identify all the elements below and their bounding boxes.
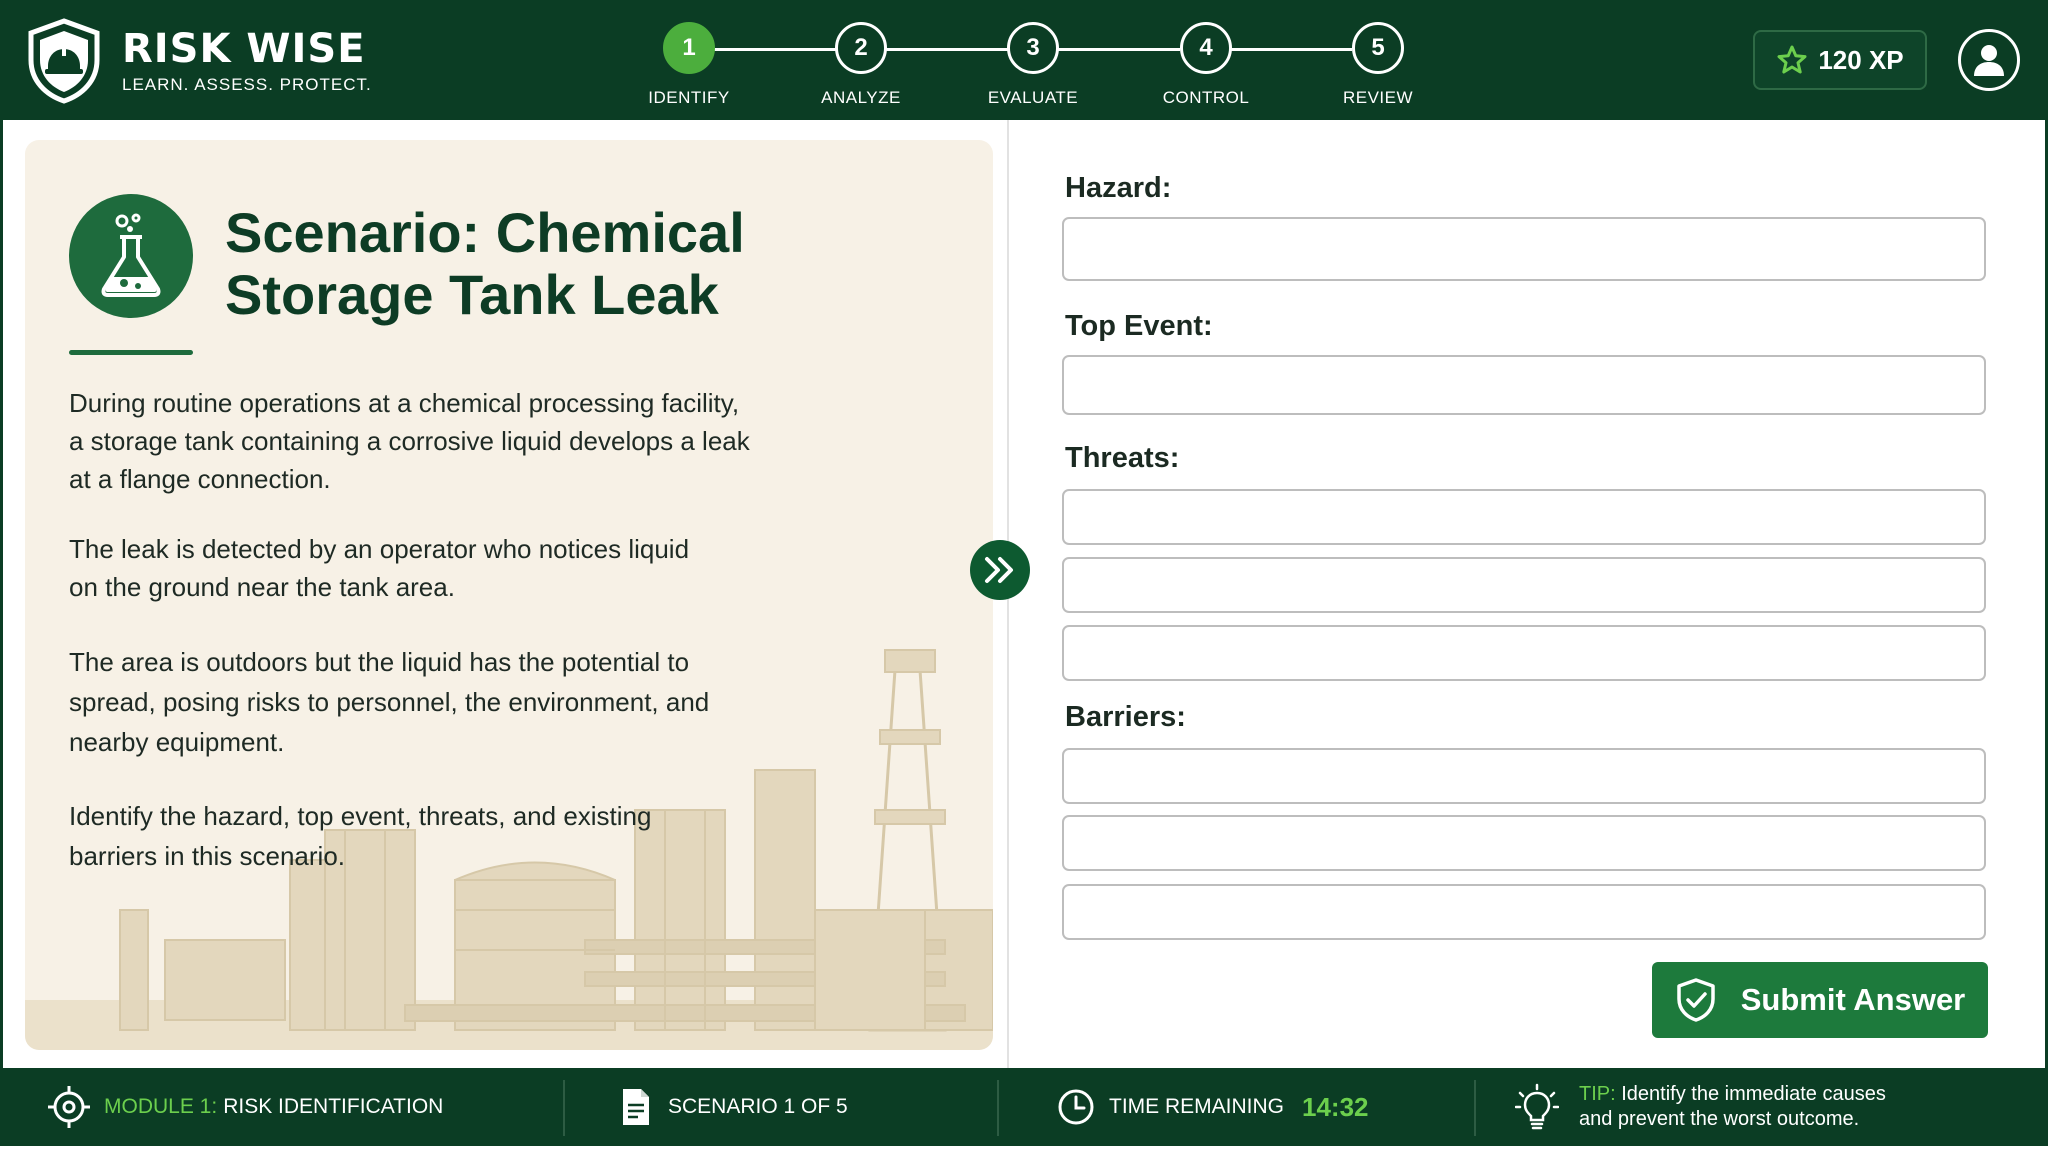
threats-label: Threats: [1065,442,1180,474]
hazard-label: Hazard: [1065,172,1172,204]
footer-separator [563,1080,565,1136]
step-label: IDENTIFY [648,88,730,107]
paragraph-line: The area is outdoors but the liquid has … [69,647,690,677]
timer: TIME REMAINING 14:32 [1057,1068,1369,1146]
step-number: 3 [1007,22,1059,74]
scenario-badge [69,194,193,318]
tip-prefix: TIP: [1579,1083,1616,1105]
double-chevron-right-icon [985,557,1013,583]
xp-value: 120 XP [1818,44,1904,75]
document-icon [623,1089,649,1125]
barrier-input-2[interactable] [1062,815,1986,871]
submit-label: Submit Answer [1740,982,1966,1017]
scenario-title: Scenario: Chemical Storage Tank Leak [225,202,945,326]
status-bar: MODULE 1: RISK IDENTIFICATION SCENARIO 1… [0,1068,2048,1152]
user-avatar-button[interactable] [1958,29,2020,91]
scenario-paragraph: Identify the hazard, top event, threats,… [69,796,849,876]
module-name: RISK IDENTIFICATION [223,1095,444,1118]
step-identify[interactable]: 1 IDENTIFY [609,22,769,108]
paragraph-line: Identify the hazard, top event, threats,… [69,801,652,831]
paragraph-line: nearby equipment. [69,727,285,757]
top-bar: RISK WISE LEARN. ASSESS. PROTECT. 1 IDEN… [0,0,2048,120]
threat-input-3[interactable] [1062,625,1986,681]
scenario-paragraph: During routine operations at a chemical … [69,384,849,498]
barrier-input-1[interactable] [1062,748,1986,804]
step-analyze[interactable]: 2 ANALYZE [781,22,941,108]
scenario-progress: SCENARIO 1 OF 5 [620,1068,848,1146]
paragraph-line: a storage tank containing a corrosive li… [69,426,750,456]
scenario-paragraph: The area is outdoors but the liquid has … [69,642,849,762]
threat-input-1[interactable] [1062,489,1986,545]
shield-check-icon [1677,978,1715,1022]
barriers-label: Barriers: [1065,701,1186,733]
scenario-card: Scenario: Chemical Storage Tank Leak Dur… [25,140,993,1050]
step-number: 1 [663,22,715,74]
step-number: 4 [1180,22,1232,74]
step-review[interactable]: 5 REVIEW [1298,22,1458,108]
footer-separator [997,1080,999,1136]
paragraph-line: on the ground near the tank area. [69,572,455,602]
paragraph-line: spread, posing risks to personnel, the e… [69,687,710,717]
next-panel-button[interactable] [970,540,1030,600]
flask-icon [101,213,161,297]
step-evaluate[interactable]: 3 EVALUATE [953,22,1113,108]
top-event-label: Top Event: [1065,310,1213,342]
barrier-input-3[interactable] [1062,884,1986,940]
paragraph-line: The leak is detected by an operator who … [69,534,690,564]
tip-line: and prevent the worst outcome. [1579,1108,1860,1130]
footer-separator [1474,1080,1476,1136]
lightbulb-icon [1515,1083,1559,1130]
target-icon [48,1086,90,1128]
tip-box: TIP: Identify the immediate causes and p… [1515,1068,1886,1146]
module-prefix: MODULE 1: [104,1095,218,1118]
scenario-paragraph: The leak is detected by an operator who … [69,530,849,606]
step-label: ANALYZE [821,88,901,107]
progress-stepper: 1 IDENTIFY 2 ANALYZE 3 EVALUATE 4 CONTRO… [0,0,2048,120]
time-label: TIME REMAINING [1109,1095,1285,1118]
hazard-input[interactable] [1062,217,1986,281]
step-label: EVALUATE [987,88,1079,107]
paragraph-line: During routine operations at a chemical … [69,388,740,418]
time-value: 14:32 [1302,1091,1369,1122]
xp-badge[interactable]: 120 XP [1753,30,1927,90]
scenario-count: SCENARIO 1 OF 5 [668,1095,848,1118]
left-panel: Scenario: Chemical Storage Tank Leak Dur… [0,120,1008,1068]
tip-line: Identify the immediate causes [1621,1083,1886,1105]
top-event-input[interactable] [1062,355,1986,415]
scenario-title-line: Storage Tank Leak [225,263,719,326]
step-number: 2 [835,22,887,74]
submit-answer-button[interactable]: Submit Answer [1652,962,1988,1038]
step-number: 5 [1352,22,1404,74]
module-indicator: MODULE 1: RISK IDENTIFICATION [46,1068,443,1146]
step-label: CONTROL [1162,88,1250,107]
scenario-title-line: Scenario: Chemical [225,201,745,264]
clock-icon [1058,1089,1094,1125]
user-icon [1974,45,2004,76]
step-control[interactable]: 4 CONTROL [1126,22,1286,108]
step-label: REVIEW [1342,88,1414,107]
star-icon [1777,45,1807,74]
threat-input-2[interactable] [1062,557,1986,613]
paragraph-line: barriers in this scenario. [69,841,345,871]
title-underline [69,350,193,355]
paragraph-line: at a flange connection. [69,464,331,494]
